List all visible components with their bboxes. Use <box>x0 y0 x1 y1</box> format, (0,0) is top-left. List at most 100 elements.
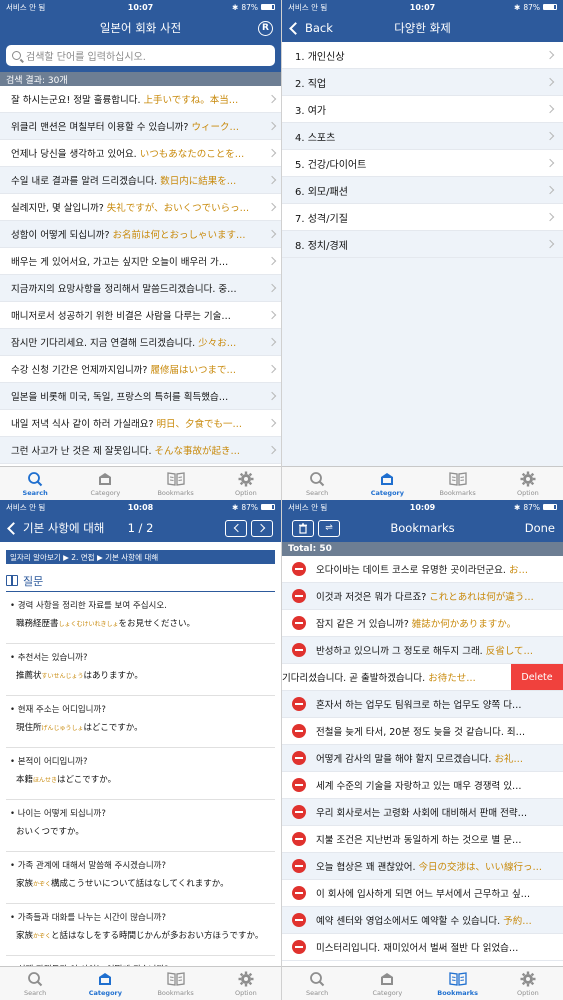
bookmark-row[interactable]: 우리 회사로서는 고령화 사회에 대비해서 판매 전략… <box>282 799 563 826</box>
bookmark-japanese: 反省して… <box>485 646 533 657</box>
result-row[interactable]: 언제나 당신을 생각하고 있어요. いつもあなたのことを… <box>0 140 281 167</box>
result-row[interactable]: 잘 하시는군요! 정말 훌륭합니다. 上手いですね。本当… <box>0 86 281 113</box>
tab-option[interactable]: Option <box>493 967 563 1000</box>
result-row[interactable]: 수강 신청 기간은 언제까지입니까? 履修届はいつまで… <box>0 356 281 383</box>
category-item[interactable]: 5. 건강/다이어트 <box>282 150 563 177</box>
bookmark-row[interactable]: 세계 수준의 기술을 자랑하고 있는 매우 경쟁력 있… <box>282 772 563 799</box>
result-row[interactable]: 성함이 어떻게 되십니까? お名前は何とおっしゃいます… <box>0 221 281 248</box>
page-title: 일본어 회화 사전 <box>99 21 182 35</box>
remove-bookmark-icon[interactable] <box>292 940 306 954</box>
result-row[interactable]: 일본을 비롯해 미국, 독일, 프랑스의 특허를 획득했습… <box>0 383 281 410</box>
back-button[interactable]: Back <box>282 21 333 35</box>
bookmark-korean: 지불 조건은 지난번과 동일하게 하는 것으로 별 문… <box>316 835 522 846</box>
bookmark-row[interactable]: 이것과 저것은 뭐가 다르죠? これとあれは何が違う… <box>282 583 563 610</box>
reorder-button[interactable]: ⇌ <box>318 519 340 537</box>
tab-bookmarks[interactable]: Bookmarks <box>141 467 211 500</box>
tab-option[interactable]: Option <box>493 467 563 500</box>
remove-bookmark-icon[interactable] <box>292 913 306 927</box>
tab-option[interactable]: Option <box>211 467 281 500</box>
nav-bar: ⇌ Bookmarks Done <box>282 514 563 542</box>
question-korean: • 가족들과 대화를 나누는 시간이 많습니까? <box>10 913 166 923</box>
tab-search[interactable]: Search <box>0 467 70 500</box>
remove-bookmark-icon[interactable] <box>292 778 306 792</box>
next-page-button[interactable] <box>251 519 273 537</box>
done-button[interactable]: Done <box>525 521 555 535</box>
delete-button[interactable]: Delete <box>511 664 563 690</box>
result-row[interactable]: 잠시만 기다리세요. 지금 연결해 드리겠습니다. 少々お… <box>0 329 281 356</box>
bookmarks-icon <box>166 970 185 988</box>
tab-category[interactable]: Category <box>70 467 140 500</box>
trash-button[interactable] <box>292 519 314 537</box>
tab-category[interactable]: Category <box>352 467 422 500</box>
remove-bookmark-icon[interactable] <box>292 832 306 846</box>
question-korean: • 경력 사항을 정리한 자료를 보여 주십시오. <box>10 601 167 611</box>
bookmark-row[interactable]: 예약 센터와 영업소에서도 예약할 수 있습니다. 予約… <box>282 907 563 934</box>
result-text: 수강 신청 기간은 언제까지입니까? 履修届はいつまで… <box>11 362 263 376</box>
bookmark-row[interactable]: 어떻게 감사의 말을 해야 할지 모르겠습니다. お礼… <box>282 745 563 772</box>
question-item[interactable]: • 가족들과 대화를 나누는 시간이 많습니까? 家族かぞくと話はなしをする時間じ… <box>6 904 275 956</box>
result-row[interactable]: 위클리 맨션은 며칠부터 이용할 수 있습니까? ウィーク… <box>0 113 281 140</box>
category-item[interactable]: 7. 성격/기질 <box>282 204 563 231</box>
question-item[interactable]: • 현재 주소는 어디입니까? 現住所げんじゅうしょはどこですか。 <box>6 696 275 748</box>
remove-bookmark-icon[interactable] <box>292 616 306 630</box>
bookmark-row[interactable]: 전철을 늦게 타서, 20분 정도 늦을 것 같습니다. 죄… <box>282 718 563 745</box>
category-item[interactable]: 4. 스포츠 <box>282 123 563 150</box>
remove-bookmark-icon[interactable] <box>292 751 306 765</box>
tab-category[interactable]: Category <box>352 967 422 1000</box>
result-row[interactable]: 실례지만, 몇 살입니까? 失礼ですが、おいくつでいらっ… <box>0 194 281 221</box>
remove-bookmark-icon[interactable] <box>292 886 306 900</box>
bookmark-row[interactable]: 오늘 협상은 꽤 괜찮았어. 今日の交渉は、いい線行っ… <box>282 853 563 880</box>
result-row[interactable]: 배우는 게 있어서요, 가고는 싶지만 오늘이 배우러 가… <box>0 248 281 275</box>
bookmark-row[interactable]: 미스터리입니다. 재미있어서 벌써 절반 다 읽었습… <box>282 934 563 961</box>
search-input[interactable]: 검색할 단어를 입력하십시오. <box>6 45 275 66</box>
question-item[interactable]: • 본적이 어디입니까? 本籍ほんせきはどこですか。 <box>6 748 275 800</box>
result-row[interactable]: 지금까지의 요망사항을 정리해서 말씀드리겠습니다. 중… <box>0 275 281 302</box>
registered-button[interactable]: R <box>258 20 273 36</box>
tab-search[interactable]: Search <box>282 467 352 500</box>
back-button[interactable]: 기본 사항에 대해 <box>0 520 104 536</box>
search-icon <box>309 470 325 488</box>
chevron-right-icon <box>267 175 277 185</box>
category-item[interactable]: 1. 개인신상 <box>282 42 563 69</box>
bookmark-row[interactable]: 잡지 같은 거 있습니까? 雑誌か何かありますか。 <box>282 610 563 637</box>
tab-bookmarks[interactable]: Bookmarks <box>423 467 493 500</box>
question-item[interactable]: • 추천서는 있습니까? 推薦状すいせんじょうはありますか。 <box>6 644 275 696</box>
tab-bookmarks[interactable]: Bookmarks <box>141 967 211 1000</box>
prev-page-button[interactable] <box>225 519 247 537</box>
remove-bookmark-icon[interactable] <box>292 697 306 711</box>
result-row[interactable]: 내일 저녁 식사 같이 하러 가실래요? 明日、夕食でも一… <box>0 410 281 437</box>
bookmark-text: 우리 회사로서는 고령화 사회에 대비해서 판매 전략… <box>316 805 557 819</box>
tab-search[interactable]: Search <box>282 967 352 1000</box>
category-label: 7. 성격/기질 <box>295 213 348 225</box>
bookmark-row[interactable]: 지불 조건은 지난번과 동일하게 하는 것으로 별 문… <box>282 826 563 853</box>
bookmark-row[interactable]: 반성하고 있으니까 그 정도로 해두지 그래. 反省して… <box>282 637 563 664</box>
search-bar: 검색할 단어를 입력하십시오. <box>0 42 281 72</box>
remove-bookmark-icon[interactable] <box>292 562 306 576</box>
category-item[interactable]: 3. 여가 <box>282 96 563 123</box>
question-item[interactable]: • 가족 관계에 대해서 말씀해 주시겠습니까? 家族かぞく構成こうせいについて話… <box>6 852 275 904</box>
tab-search[interactable]: Search <box>0 967 70 1000</box>
result-text: 성함이 어떻게 되십니까? お名前は何とおっしゃいます… <box>11 227 263 241</box>
section-title-label: 질문 <box>23 574 44 588</box>
bookmark-row[interactable]: 기다리셨습니다. 곧 출발하겠습니다. お待たせ… Delete <box>282 664 563 691</box>
bookmark-row[interactable]: 이 회사에 입사하게 되면 어느 부서에서 근무하고 싶… <box>282 880 563 907</box>
category-item[interactable]: 6. 외모/패션 <box>282 177 563 204</box>
question-item[interactable]: • 경력 사항을 정리한 자료를 보여 주십시오. 職務経歴書しょくむけいれきしょ… <box>6 592 275 644</box>
result-row[interactable]: 그런 사고가 난 것은 제 잘못입니다. そんな事故が起き… <box>0 437 281 464</box>
bookmark-row[interactable]: 오다이바는 데이트 코스로 유명한 곳이라던군요. お… <box>282 556 563 583</box>
category-item[interactable]: 8. 정치/경제 <box>282 231 563 258</box>
remove-bookmark-icon[interactable] <box>292 643 306 657</box>
category-icon <box>97 970 113 988</box>
category-item[interactable]: 2. 직업 <box>282 69 563 96</box>
result-row[interactable]: 수일 내로 결과를 알려 드리겠습니다. 数日内に結果を… <box>0 167 281 194</box>
remove-bookmark-icon[interactable] <box>292 805 306 819</box>
tab-category[interactable]: Category <box>70 967 140 1000</box>
tab-bookmarks[interactable]: Bookmarks <box>423 967 493 1000</box>
tab-option[interactable]: Option <box>211 967 281 1000</box>
bookmark-row[interactable]: 혼자서 하는 업무도 팀워크로 하는 업무도 양쪽 다… <box>282 691 563 718</box>
result-row[interactable]: 매니저로서 성공하기 위한 비결은 사람을 다루는 기술… <box>0 302 281 329</box>
remove-bookmark-icon[interactable] <box>292 589 306 603</box>
remove-bookmark-icon[interactable] <box>292 859 306 873</box>
remove-bookmark-icon[interactable] <box>292 724 306 738</box>
question-item[interactable]: • 나이는 어떻게 되십니까? おいくつですか。 <box>6 800 275 852</box>
